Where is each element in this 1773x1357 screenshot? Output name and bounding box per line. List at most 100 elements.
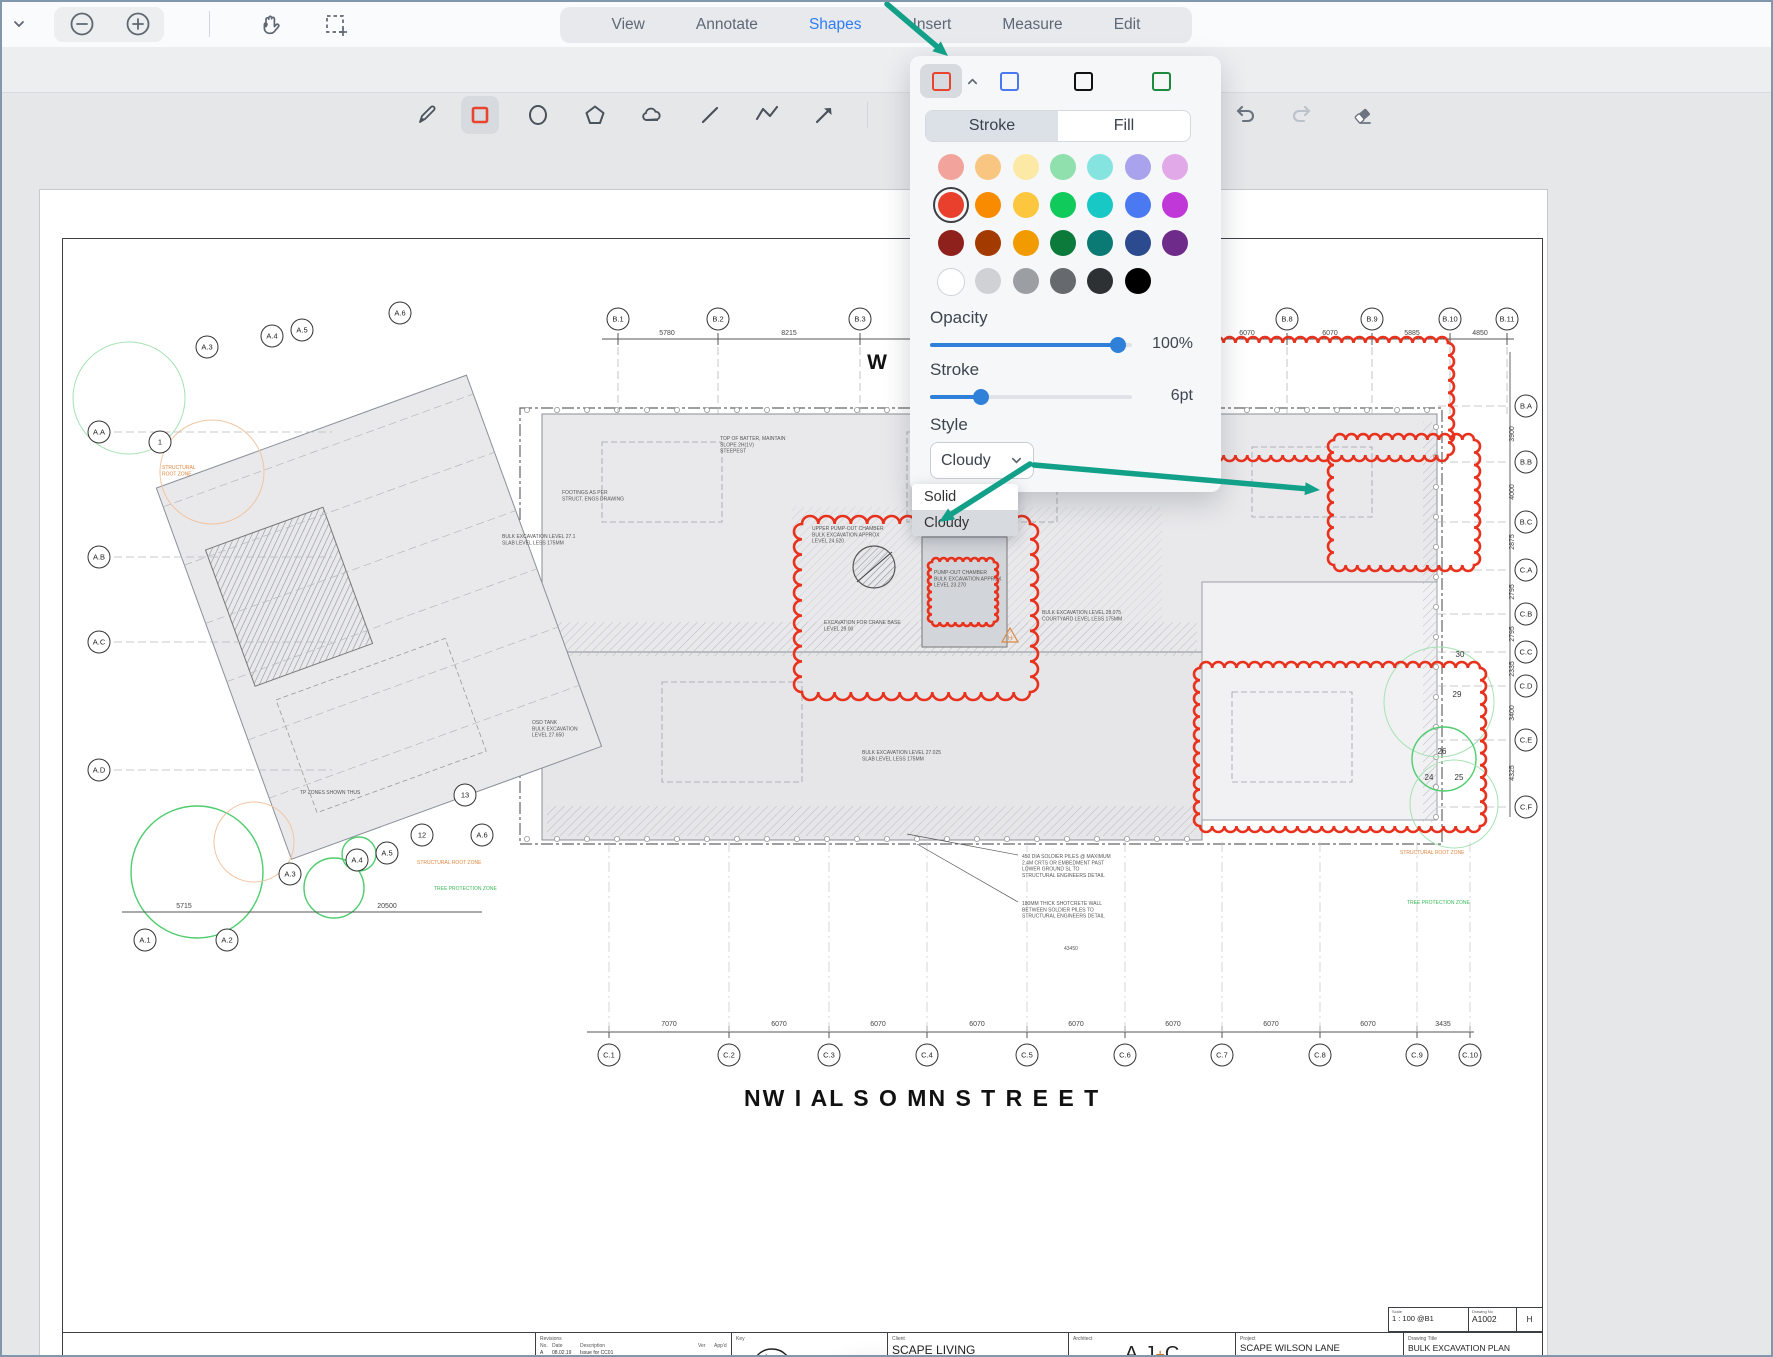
color-swatch[interactable] bbox=[1162, 154, 1188, 180]
color-swatch[interactable] bbox=[975, 154, 1001, 180]
color-swatch[interactable] bbox=[1050, 192, 1076, 218]
project-name: SCAPE WILSON LANE bbox=[1240, 1343, 1403, 1354]
color-swatch[interactable] bbox=[975, 192, 1001, 218]
preset-black[interactable] bbox=[1062, 64, 1104, 98]
tab-view[interactable]: View bbox=[612, 16, 645, 34]
drawing-no-value: A1002 bbox=[1472, 1314, 1513, 1324]
architect-cell: Architect A J+C Allen Jack + Cottier 79 … bbox=[1068, 1333, 1235, 1357]
color-swatch[interactable] bbox=[975, 268, 1001, 294]
style-option-cloudy[interactable]: Cloudy bbox=[912, 510, 1018, 536]
architect-label: Architect bbox=[1073, 1336, 1235, 1342]
expand-chevron-icon[interactable] bbox=[8, 13, 30, 35]
pan-hand-tool[interactable] bbox=[254, 9, 286, 41]
style-select[interactable]: Cloudy bbox=[930, 442, 1034, 479]
pen-tool[interactable] bbox=[408, 96, 446, 134]
cloud-tool[interactable] bbox=[633, 96, 671, 134]
arrow-tool[interactable] bbox=[805, 96, 843, 134]
tools-divider bbox=[867, 102, 868, 128]
preset-red-selected[interactable] bbox=[920, 64, 962, 98]
north-compass-icon: N bbox=[744, 1343, 804, 1357]
eraser-tool[interactable] bbox=[1343, 96, 1381, 134]
scale-value: 1 : 100 @B1 bbox=[1392, 1314, 1465, 1323]
tab-insert[interactable]: Insert bbox=[913, 16, 952, 34]
scale-strip: Scale 1 : 100 @B1 Drawing No A1002 H bbox=[1388, 1307, 1543, 1332]
toolbar-divider bbox=[209, 11, 210, 37]
key-label: Key bbox=[736, 1336, 887, 1342]
undo-button[interactable] bbox=[1226, 96, 1264, 134]
color-swatch[interactable] bbox=[1125, 268, 1151, 294]
drawing-title: BULK EXCAVATION PLAN bbox=[1408, 1343, 1543, 1353]
tab-edit[interactable]: Edit bbox=[1114, 16, 1141, 34]
color-swatch[interactable] bbox=[975, 230, 1001, 256]
color-swatch[interactable] bbox=[1050, 230, 1076, 256]
tab-fill[interactable]: Fill bbox=[1058, 111, 1190, 141]
color-swatch[interactable] bbox=[1087, 230, 1113, 256]
color-swatch[interactable] bbox=[1087, 268, 1113, 294]
color-swatch[interactable] bbox=[1013, 154, 1039, 180]
revisions-rows: A08.02.19Issue for CC01B05.04.19Issue to… bbox=[536, 1350, 731, 1357]
preset-blue[interactable] bbox=[988, 64, 1030, 98]
ellipse-tool[interactable] bbox=[519, 96, 557, 134]
chevron-down-icon bbox=[1010, 454, 1023, 467]
drawing-frame bbox=[62, 238, 1543, 1357]
color-swatch[interactable] bbox=[1013, 192, 1039, 218]
revision-cell: H bbox=[1517, 1308, 1542, 1331]
collapse-caret-icon[interactable] bbox=[962, 70, 982, 92]
tab-stroke[interactable]: Stroke bbox=[926, 111, 1058, 141]
stroke-width-value: 6pt bbox=[1171, 387, 1193, 405]
color-swatch[interactable] bbox=[1087, 154, 1113, 180]
client-label: Client bbox=[892, 1336, 1068, 1342]
rectangle-tool[interactable] bbox=[461, 96, 499, 134]
key-cell: Key N bbox=[731, 1333, 887, 1357]
tab-shapes[interactable]: Shapes bbox=[809, 16, 862, 34]
polyline-tool[interactable] bbox=[748, 96, 786, 134]
line-tool[interactable] bbox=[691, 96, 729, 134]
revisions-cell: Revisions No.DateDescriptionVerApp'd A08… bbox=[535, 1333, 731, 1357]
color-swatch[interactable] bbox=[1162, 192, 1188, 218]
style-select-value: Cloudy bbox=[941, 452, 991, 470]
opacity-slider[interactable] bbox=[930, 343, 1132, 347]
style-dropdown-menu: Solid Cloudy bbox=[912, 484, 1018, 536]
scale-cell: Scale 1 : 100 @B1 bbox=[1389, 1308, 1469, 1331]
color-swatch[interactable] bbox=[1162, 230, 1188, 256]
preset-green[interactable] bbox=[1140, 64, 1182, 98]
color-swatch-grid bbox=[932, 154, 1194, 296]
color-swatch[interactable] bbox=[1013, 268, 1039, 294]
color-swatch[interactable] bbox=[1050, 154, 1076, 180]
drawing-sheet: Revisions No.DateDescriptionVerApp'd A08… bbox=[39, 189, 1548, 1357]
color-swatch[interactable] bbox=[1125, 192, 1151, 218]
titleblock-empty-cell bbox=[62, 1333, 535, 1357]
color-swatch[interactable] bbox=[938, 230, 964, 256]
drawing-title-cell: Drawing Title BULK EXCAVATION PLAN Proje… bbox=[1403, 1333, 1543, 1357]
project-label: Project bbox=[1240, 1336, 1403, 1342]
project-cell: Project SCAPE WILSON LANE 36-47 WILSON L… bbox=[1235, 1333, 1403, 1357]
revision-value: H bbox=[1527, 1315, 1533, 1324]
document-canvas[interactable]: Revisions No.DateDescriptionVerApp'd A08… bbox=[2, 93, 1771, 1357]
color-swatch[interactable] bbox=[1050, 268, 1076, 294]
title-block: Revisions No.DateDescriptionVerApp'd A08… bbox=[62, 1332, 1543, 1357]
architect-logo: A J+C Allen Jack + Cottier bbox=[1069, 1343, 1235, 1357]
tab-measure[interactable]: Measure bbox=[1002, 16, 1062, 34]
snapshot-area-tool[interactable] bbox=[320, 9, 352, 41]
client-cell: Client SCAPE LIVING bbox=[887, 1333, 1068, 1357]
shape-style-popup: Stroke Fill Opacity 100% Stroke 6pt Styl… bbox=[910, 56, 1221, 492]
shapes-toolbar bbox=[2, 47, 1771, 93]
color-swatch[interactable] bbox=[1087, 192, 1113, 218]
color-swatch[interactable] bbox=[1125, 230, 1151, 256]
color-swatch[interactable] bbox=[938, 154, 964, 180]
revisions-title: Revisions bbox=[540, 1336, 731, 1342]
color-swatch[interactable] bbox=[938, 192, 964, 218]
polygon-tool[interactable] bbox=[576, 96, 614, 134]
tab-annotate[interactable]: Annotate bbox=[696, 16, 758, 34]
redo-button[interactable] bbox=[1283, 96, 1321, 134]
style-label: Style bbox=[930, 415, 968, 435]
zoom-in-button[interactable] bbox=[124, 10, 152, 38]
app-window: View Annotate Shapes Insert Measure Edit bbox=[0, 0, 1773, 1357]
stroke-width-slider[interactable] bbox=[930, 395, 1132, 399]
color-swatch[interactable] bbox=[1013, 230, 1039, 256]
color-swatch[interactable] bbox=[937, 268, 965, 296]
zoom-out-button[interactable] bbox=[68, 10, 96, 38]
style-option-solid[interactable]: Solid bbox=[912, 484, 1018, 510]
stroke-fill-tabs: Stroke Fill bbox=[925, 110, 1191, 142]
color-swatch[interactable] bbox=[1125, 154, 1151, 180]
